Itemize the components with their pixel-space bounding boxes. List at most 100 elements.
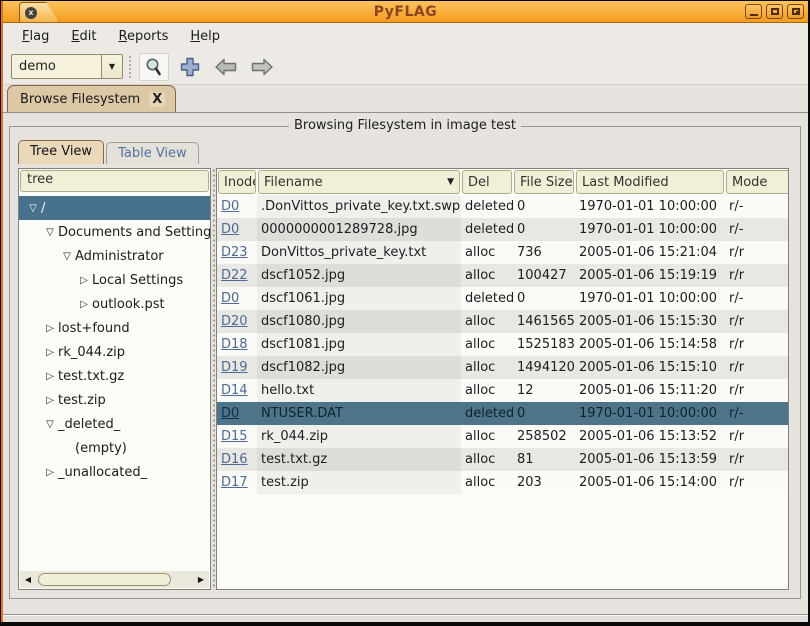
mode-cell: r/r (725, 333, 789, 356)
tree-item[interactable]: (empty) (19, 436, 210, 460)
case-selector-value: demo (12, 55, 101, 78)
tab-page: Browsing Filesystem in image test Tree V… (3, 113, 808, 614)
inode-cell: D0 (217, 218, 257, 241)
inode-link[interactable]: D0 (221, 222, 239, 237)
minimize-button[interactable] (745, 4, 762, 19)
column-header-file-size[interactable]: File Size (514, 170, 574, 194)
menu-bar: FlagEditReportsHelp (3, 23, 808, 49)
tree-item[interactable]: ▷test.txt.gz (19, 364, 210, 388)
expander-open-icon[interactable]: ▽ (25, 203, 41, 214)
tree-item-label: test.txt.gz (58, 369, 124, 384)
case-selector[interactable]: demo ▼ (11, 54, 123, 79)
tree-column-header[interactable]: tree (20, 170, 209, 192)
column-header-filename[interactable]: Filename▼ (258, 170, 460, 194)
del-cell: alloc (461, 471, 513, 494)
tab-close-button[interactable]: X (149, 92, 165, 107)
table-row[interactable]: D22dscf1052.jpgalloc1004272005-01-06 15:… (217, 264, 788, 287)
table-row[interactable]: D20dscf1080.jpgalloc14615652005-01-06 15… (217, 310, 788, 333)
titlebar[interactable]: x PyFLAG (3, 1, 808, 23)
expander-closed-icon[interactable]: ▷ (42, 347, 58, 358)
inode-link[interactable]: D17 (221, 475, 248, 490)
forward-button[interactable] (247, 53, 277, 81)
inode-link[interactable]: D15 (221, 429, 248, 444)
filename-cell: test.zip (257, 471, 461, 494)
inode-link[interactable]: D14 (221, 383, 248, 398)
expander-closed-icon[interactable]: ▷ (42, 371, 58, 382)
inode-link[interactable]: D16 (221, 452, 248, 467)
restore-button[interactable] (787, 4, 804, 19)
tree-item[interactable]: ▷lost+found (19, 316, 210, 340)
maximize-button[interactable] (766, 4, 783, 19)
column-header-del[interactable]: Del (462, 170, 512, 194)
del-cell: alloc (461, 379, 513, 402)
scroll-left-button[interactable]: ◀ (20, 572, 36, 587)
column-header-last-modified[interactable]: Last Modified (576, 170, 724, 194)
expander-closed-icon[interactable]: ▷ (76, 299, 92, 310)
tree-item[interactable]: ▽/ (19, 196, 210, 220)
mode-cell: r/- (725, 287, 789, 310)
inode-link[interactable]: D0 (221, 199, 239, 214)
table-row[interactable]: D14hello.txtalloc122005-01-06 15:11:20r/… (217, 379, 788, 402)
table-row[interactable]: D15rk_044.zipalloc2585022005-01-06 15:13… (217, 425, 788, 448)
table-row[interactable]: D00000000001289728.jpgdeleted01970-01-01… (217, 218, 788, 241)
tree-item[interactable]: ▷_unallocated_ (19, 460, 210, 484)
tab-browse-filesystem[interactable]: Browse Filesystem X (7, 85, 176, 112)
menu-item-edit[interactable]: Edit (60, 25, 107, 48)
table-row[interactable]: D23DonVittos_private_key.txtalloc7362005… (217, 241, 788, 264)
expander-open-icon[interactable]: ▽ (59, 251, 75, 262)
file-size-cell: 100427 (513, 264, 575, 287)
toolbar: demo ▼ (3, 49, 808, 85)
mode-cell: r/r (725, 310, 789, 333)
del-cell: deleted (461, 402, 513, 425)
column-header-mode[interactable]: Mode (726, 170, 789, 194)
tree-horizontal-scrollbar[interactable]: ◀ ▶ (20, 571, 209, 588)
tab-table-view[interactable]: Table View (106, 142, 199, 164)
column-header-inode[interactable]: Inode (218, 170, 256, 194)
table-row[interactable]: D0NTUSER.DATdeleted01970-01-01 10:00:00r… (217, 402, 788, 425)
search-button[interactable] (139, 53, 169, 81)
table-row[interactable]: D18dscf1081.jpgalloc15251832005-01-06 15… (217, 333, 788, 356)
filename-cell: rk_044.zip (257, 425, 461, 448)
expander-open-icon[interactable]: ▽ (42, 419, 58, 430)
filename-cell: dscf1061.jpg (257, 287, 461, 310)
inode-link[interactable]: D20 (221, 314, 248, 329)
tree-item[interactable]: ▷Local Settings (19, 268, 210, 292)
menu-item-help[interactable]: Help (179, 25, 231, 48)
table-row[interactable]: D19dscf1082.jpgalloc14941202005-01-06 15… (217, 356, 788, 379)
scrollbar-thumb[interactable] (38, 573, 171, 586)
inode-link[interactable]: D22 (221, 268, 248, 283)
case-selector-dropdown-button[interactable]: ▼ (101, 55, 122, 78)
table-row[interactable]: D0dscf1061.jpgdeleted01970-01-01 10:00:0… (217, 287, 788, 310)
inode-link[interactable]: D0 (221, 291, 239, 306)
inode-link[interactable]: D19 (221, 360, 248, 375)
table-row[interactable]: D16test.txt.gzalloc812005-01-06 15:13:59… (217, 448, 788, 471)
tree-item[interactable]: ▷test.zip (19, 388, 210, 412)
file-size-cell: 1525183 (513, 333, 575, 356)
table-row[interactable]: D17test.zipalloc2032005-01-06 15:14:00r/… (217, 471, 788, 494)
scroll-right-button[interactable]: ▶ (193, 572, 209, 587)
tree-item[interactable]: ▷rk_044.zip (19, 340, 210, 364)
tree-item[interactable]: ▽Documents and Settings (19, 220, 210, 244)
menu-item-flag[interactable]: Flag (11, 25, 60, 48)
tree-item-label: test.zip (58, 393, 106, 408)
expander-closed-icon[interactable]: ▷ (42, 395, 58, 406)
expander-closed-icon[interactable]: ▷ (76, 275, 92, 286)
expander-closed-icon[interactable]: ▷ (42, 467, 58, 478)
expander-open-icon[interactable]: ▽ (42, 227, 58, 238)
inode-link[interactable]: D23 (221, 245, 248, 260)
column-header-label: Last Modified (582, 175, 669, 190)
table-row[interactable]: D0.DonVittos_private_key.txt.swpdeleted0… (217, 195, 788, 218)
expander-closed-icon[interactable]: ▷ (42, 323, 58, 334)
inode-link[interactable]: D18 (221, 337, 248, 352)
tree-item[interactable]: ▽_deleted_ (19, 412, 210, 436)
add-report-button[interactable] (175, 53, 205, 81)
tab-tree-view[interactable]: Tree View (18, 140, 104, 164)
inode-cell: D15 (217, 425, 257, 448)
tree-item[interactable]: ▽Administrator (19, 244, 210, 268)
inode-link[interactable]: D0 (221, 406, 239, 421)
tree-item[interactable]: ▷outlook.pst (19, 292, 210, 316)
filename-cell: 0000000001289728.jpg (257, 218, 461, 241)
back-button[interactable] (211, 53, 241, 81)
last-modified-cell: 1970-01-01 10:00:00 (575, 218, 725, 241)
menu-item-reports[interactable]: Reports (108, 25, 180, 48)
